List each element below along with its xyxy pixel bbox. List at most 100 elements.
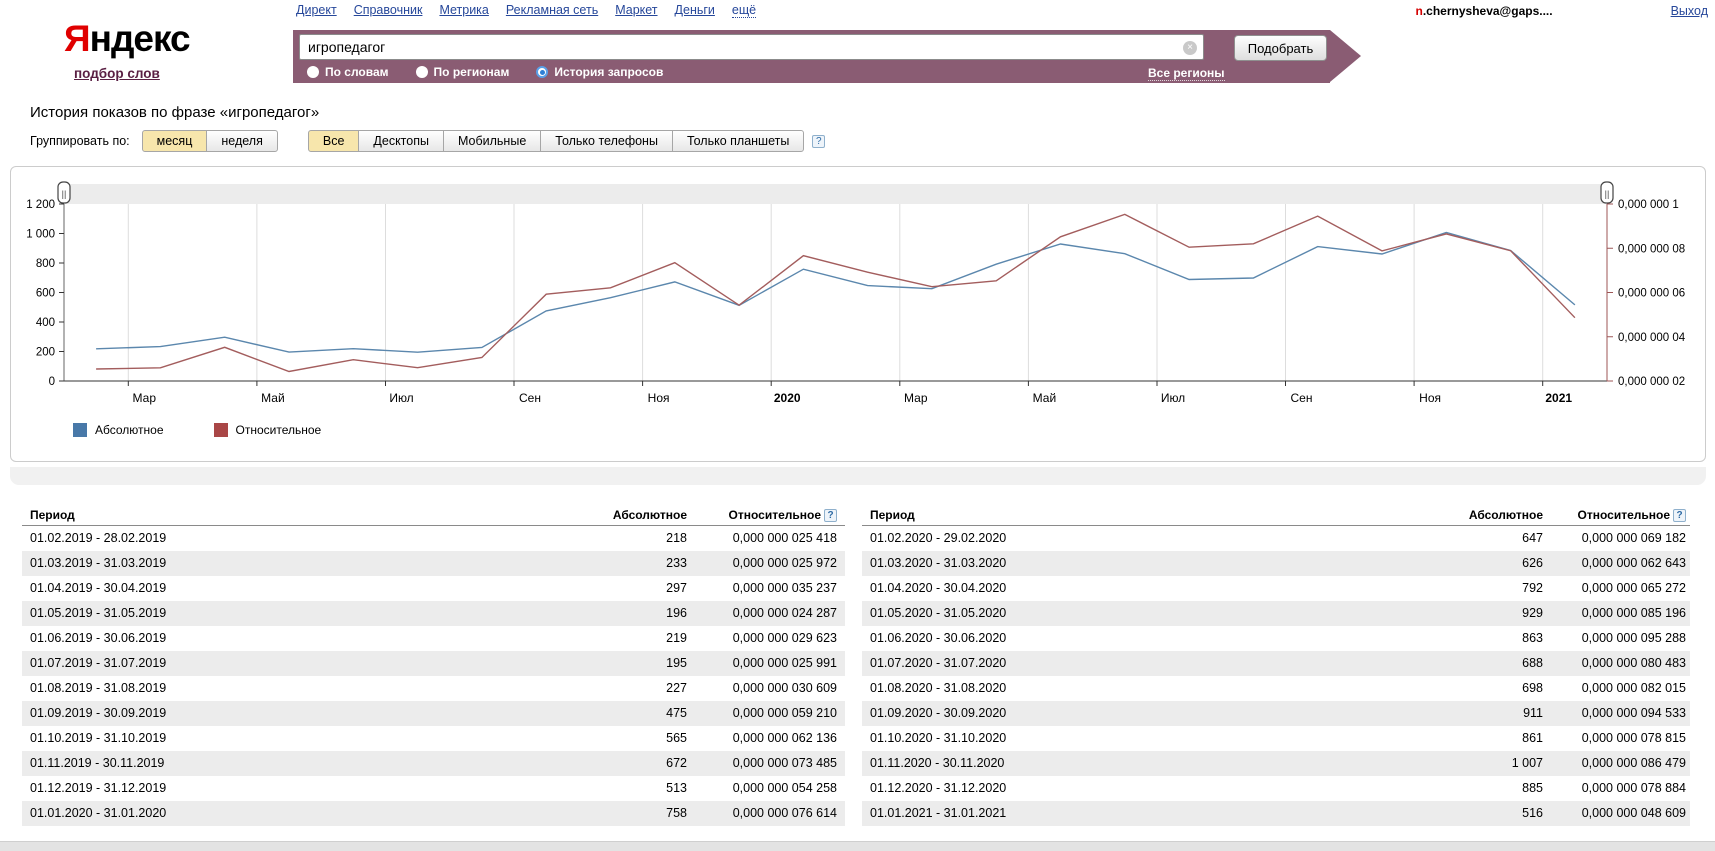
slider-left-handle[interactable]: ||: [58, 182, 70, 203]
mode-radio-1[interactable]: По словам: [307, 65, 389, 79]
cell-relative: 0,000 000 048 609: [1543, 801, 1686, 826]
table-row: 01.08.2019 - 31.08.20192270,000 000 030 …: [22, 676, 845, 701]
search-input[interactable]: [299, 34, 1204, 60]
cell-period: 01.08.2020 - 31.08.2020: [862, 676, 1393, 701]
right-axis-label: 0,000 000 06: [1618, 288, 1685, 300]
mode-radio-3[interactable]: История запросов: [536, 65, 663, 79]
cell-absolute: 196: [537, 601, 687, 626]
x-tick-label: Май: [261, 391, 285, 405]
cell-absolute: 565: [537, 726, 687, 751]
section-divider: [10, 467, 1706, 485]
radio-selected-icon[interactable]: [536, 66, 548, 78]
cell-period: 01.11.2019 - 30.11.2019: [22, 751, 537, 776]
legend-swatch: [73, 423, 87, 437]
table-row: 01.08.2020 - 31.08.20206980,000 000 082 …: [862, 676, 1690, 701]
cell-period: 01.09.2020 - 30.09.2020: [862, 701, 1393, 726]
filters-help-icon[interactable]: ?: [812, 135, 825, 148]
range-slider-track[interactable]: [64, 184, 1607, 204]
cell-absolute: 863: [1393, 626, 1543, 651]
cell-relative: 0,000 000 054 258: [687, 776, 837, 801]
table-row: 01.11.2019 - 30.11.20196720,000 000 073 …: [22, 751, 845, 776]
cell-relative: 0,000 000 094 533: [1543, 701, 1686, 726]
cell-absolute: 911: [1393, 701, 1543, 726]
legend-label: Абсолютное: [95, 423, 164, 437]
left-axis-label: 1 000: [26, 229, 55, 241]
wordstat-service-link[interactable]: подбор слов: [74, 66, 160, 81]
page-title: История показов по фразе «игропедагог»: [30, 104, 319, 121]
nav-link-5[interactable]: Маркет: [615, 3, 657, 17]
cell-relative: 0,000 000 025 972: [687, 551, 837, 576]
radio-icon[interactable]: [416, 66, 428, 78]
cell-period: 01.01.2020 - 31.01.2020: [22, 801, 537, 826]
search-mode-radios: По словам По регионам История запросов: [307, 64, 690, 80]
legend-label: Относительное: [236, 423, 322, 437]
cell-period: 01.05.2019 - 31.05.2019: [22, 601, 537, 626]
cell-absolute: 219: [537, 626, 687, 651]
cell-absolute: 647: [1393, 526, 1543, 551]
cell-absolute: 233: [537, 551, 687, 576]
cell-relative: 0,000 000 076 614: [687, 801, 837, 826]
left-axis-label: 200: [36, 347, 55, 359]
table-row: 01.04.2020 - 30.04.20207920,000 000 065 …: [862, 576, 1690, 601]
search-band: × Подобрать По словам По регионам История …: [293, 30, 1330, 83]
cell-period: 01.06.2019 - 30.06.2019: [22, 626, 537, 651]
table-row: 01.04.2019 - 30.04.20192970,000 000 035 …: [22, 576, 845, 601]
device-btn-1[interactable]: Все: [308, 130, 360, 152]
cell-absolute: 516: [1393, 801, 1543, 826]
cell-absolute: 195: [537, 651, 687, 676]
cell-relative: 0,000 000 069 182: [1543, 526, 1686, 551]
nav-link-3[interactable]: Метрика: [439, 3, 488, 17]
radio-icon[interactable]: [307, 66, 319, 78]
cell-absolute: 513: [537, 776, 687, 801]
cell-period: 01.08.2019 - 31.08.2019: [22, 676, 537, 701]
yandex-logo[interactable]: Яндекс: [64, 20, 190, 57]
cell-relative: 0,000 000 085 196: [1543, 601, 1686, 626]
slider-right-handle[interactable]: ||: [1601, 182, 1613, 203]
table-row: 01.07.2019 - 31.07.20191950,000 000 025 …: [22, 651, 845, 676]
mode-radio-2[interactable]: По регионам: [416, 65, 510, 79]
device-btn-3[interactable]: Мобильные: [443, 130, 541, 152]
cell-period: 01.06.2020 - 30.06.2020: [862, 626, 1393, 651]
x-tick-label: Май: [1033, 391, 1057, 405]
left-axis-label: 600: [36, 288, 55, 300]
cell-relative: 0,000 000 062 643: [1543, 551, 1686, 576]
relative-help-icon[interactable]: ?: [824, 509, 837, 522]
x-tick-label: 2020: [774, 391, 801, 405]
nav-link-2[interactable]: Справочник: [354, 3, 423, 17]
table-row: 01.06.2020 - 30.06.20208630,000 000 095 …: [862, 626, 1690, 651]
x-tick-label: Ноя: [1419, 391, 1441, 405]
clear-input-icon[interactable]: ×: [1183, 41, 1197, 55]
submit-button[interactable]: Подобрать: [1234, 35, 1327, 61]
nav-link-4[interactable]: Рекламная сеть: [506, 3, 598, 17]
col-relative: Относительное?: [1543, 508, 1686, 522]
group-btn-2[interactable]: неделя: [206, 130, 277, 152]
nav-link-1[interactable]: Директ: [296, 3, 337, 17]
cell-period: 01.03.2019 - 31.03.2019: [22, 551, 537, 576]
legend-item-2: Относительное: [214, 423, 322, 437]
cell-period: 01.02.2019 - 28.02.2019: [22, 526, 537, 551]
cell-relative: 0,000 000 065 272: [1543, 576, 1686, 601]
col-absolute: Абсолютное: [1393, 508, 1543, 522]
group-btn-1[interactable]: месяц: [142, 130, 208, 152]
device-btn-2[interactable]: Десктопы: [358, 130, 444, 152]
user-email[interactable]: n.chernysheva@gaps....: [1415, 4, 1552, 18]
cell-period: 01.01.2021 - 31.01.2021: [862, 801, 1393, 826]
device-btn-4[interactable]: Только телефоны: [540, 130, 673, 152]
table-row: 01.05.2019 - 31.05.20191960,000 000 024 …: [22, 601, 845, 626]
all-regions-link[interactable]: Все регионы: [1148, 66, 1225, 81]
nav-link-6[interactable]: Деньги: [675, 3, 715, 17]
logout-link[interactable]: Выход: [1671, 4, 1708, 18]
relative-help-icon[interactable]: ?: [1673, 509, 1686, 522]
cell-absolute: 792: [1393, 576, 1543, 601]
nav-link-7[interactable]: ещё: [732, 3, 756, 18]
table-row: 01.01.2020 - 31.01.20207580,000 000 076 …: [22, 801, 845, 826]
chart-legend: Абсолютное Относительное: [73, 423, 371, 437]
x-tick-label: Мар: [904, 391, 928, 405]
cell-absolute: 861: [1393, 726, 1543, 751]
group-by-label: Группировать по:: [30, 134, 130, 148]
table-header: Период Абсолютное Относительное?: [862, 506, 1690, 526]
cell-period: 01.04.2020 - 30.04.2020: [862, 576, 1393, 601]
cell-period: 01.12.2020 - 31.12.2020: [862, 776, 1393, 801]
left-axis-label: 800: [36, 258, 55, 270]
device-btn-5[interactable]: Только планшеты: [672, 130, 804, 152]
